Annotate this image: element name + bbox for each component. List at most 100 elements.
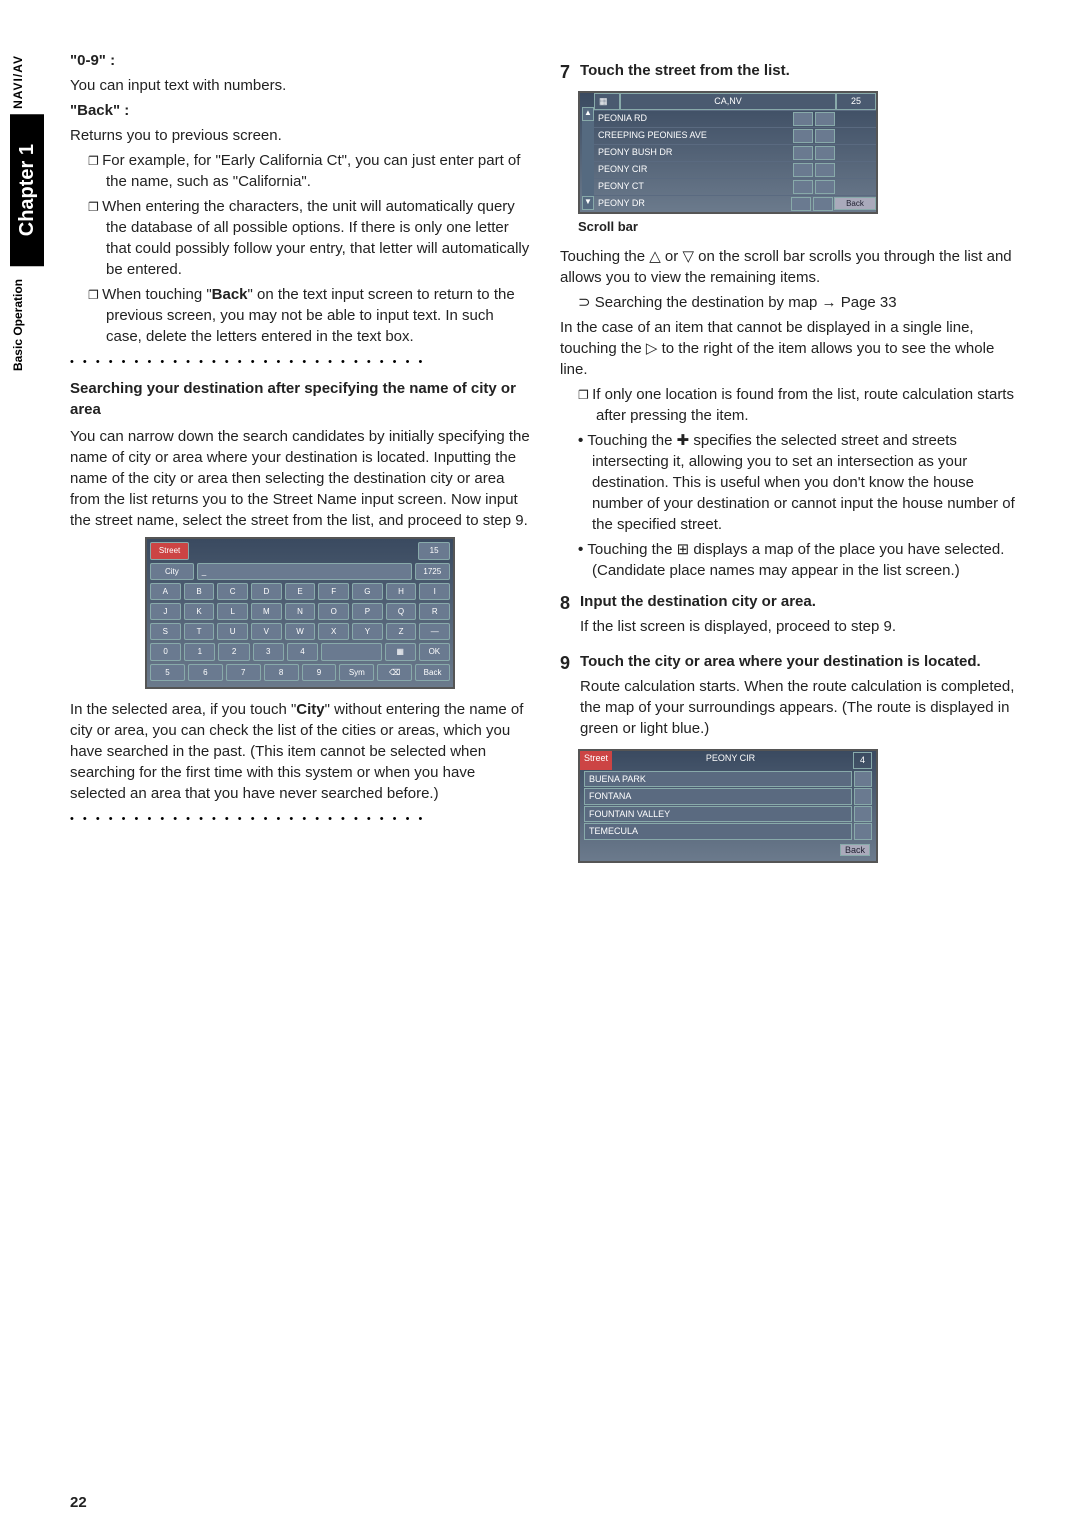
list-item[interactable]: PEONIA RD	[594, 110, 876, 127]
back-button[interactable]: Back	[834, 197, 876, 210]
map-icon[interactable]	[854, 788, 872, 805]
key[interactable]: I	[419, 583, 450, 600]
back-button[interactable]: Back	[840, 844, 870, 856]
map-icon[interactable]	[815, 180, 835, 194]
tab-street[interactable]: Street	[150, 542, 189, 559]
key[interactable]: K	[184, 603, 215, 620]
key[interactable]: Q	[386, 603, 417, 620]
scroll-bar[interactable]: ▲ ▼	[582, 107, 594, 210]
key[interactable]: 1	[184, 643, 215, 660]
list-item[interactable]: PEONY DRBack	[594, 195, 876, 212]
map-icon[interactable]	[854, 806, 872, 823]
scroll-track[interactable]	[582, 121, 594, 196]
scroll-down-icon[interactable]: ▼	[582, 196, 594, 210]
map-toggle-icon[interactable]: ▦	[594, 93, 620, 110]
map-icon[interactable]	[815, 163, 835, 177]
key[interactable]: X	[318, 623, 349, 640]
text-back: Returns you to previous screen.	[70, 125, 530, 146]
intersection-icon[interactable]	[793, 129, 813, 143]
key[interactable]: 9	[302, 664, 337, 681]
map-icon[interactable]	[815, 146, 835, 160]
key[interactable]: S	[150, 623, 181, 640]
figure-keyboard: Street 15 City _ 17 2 5 ABCDEFGHI JKLMNOPQ…	[145, 537, 455, 688]
city-count: 4	[853, 752, 872, 769]
key[interactable]: R	[419, 603, 450, 620]
key-backspace[interactable]: ⌫	[377, 664, 412, 681]
key[interactable]: 3	[253, 643, 284, 660]
list-item[interactable]: PEONY CT	[594, 178, 876, 195]
input-field[interactable]: _	[197, 563, 412, 580]
list-item[interactable]: PEONY BUSH DR	[594, 144, 876, 161]
step-9-title: Touch the city or area where your destin…	[580, 651, 1020, 672]
intersection-icon[interactable]	[793, 180, 813, 194]
step-7-num: 7	[560, 60, 570, 85]
intersection-icon[interactable]	[793, 146, 813, 160]
key[interactable]: B	[184, 583, 215, 600]
list-item[interactable]: CREEPING PEONIES AVE	[594, 127, 876, 144]
key[interactable]: J	[150, 603, 181, 620]
key[interactable]: 0	[150, 643, 181, 660]
key[interactable]: L	[217, 603, 248, 620]
key[interactable]: N	[285, 603, 316, 620]
right-column: 7 Touch the street from the list. ▲ ▼ ▦ …	[560, 50, 1020, 867]
key[interactable]: A	[150, 583, 181, 600]
text-expand-line: In the case of an item that cannot be di…	[560, 317, 1020, 380]
key-space[interactable]	[321, 643, 381, 660]
key[interactable]: 6	[188, 664, 223, 681]
key[interactable]: 5	[150, 664, 185, 681]
bullet-intersection: Touching the ✚ specifies the selected st…	[578, 430, 1020, 535]
list-item[interactable]: FOUNTAIN VALLEY	[584, 806, 872, 823]
divider-dots: • • • • • • • • • • • • • • • • • • • • …	[70, 355, 530, 370]
key[interactable]: E	[285, 583, 316, 600]
scroll-up-icon[interactable]: ▲	[582, 107, 594, 121]
key[interactable]: W	[285, 623, 316, 640]
intersection-icon[interactable]	[793, 112, 813, 126]
key[interactable]: 2	[218, 643, 249, 660]
list-item[interactable]: PEONY CIR	[594, 161, 876, 178]
figure-street-list: ▲ ▼ ▦ CA,NV 25 PEONIA RD CREEPING PEONIE…	[578, 91, 878, 214]
step-9-num: 9	[560, 651, 570, 743]
intersection-icon[interactable]	[793, 163, 813, 177]
map-icon[interactable]	[815, 112, 835, 126]
key[interactable]: Z	[386, 623, 417, 640]
key[interactable]: G	[352, 583, 383, 600]
bullet-example: For example, for "Early California Ct", …	[88, 150, 530, 192]
key[interactable]: Y	[352, 623, 383, 640]
key[interactable]: P	[352, 603, 383, 620]
key[interactable]: O	[318, 603, 349, 620]
key[interactable]: —	[419, 623, 450, 640]
sidebar-naviav: NAVI/AV	[10, 50, 27, 114]
map-icon[interactable]	[815, 129, 835, 143]
key[interactable]: U	[217, 623, 248, 640]
list-item[interactable]: BUENA PARK	[584, 771, 872, 788]
key-back[interactable]: Back	[415, 664, 450, 681]
step-8-title: Input the destination city or area.	[580, 591, 1020, 612]
map-icon[interactable]	[854, 823, 872, 840]
text-searching-city: You can narrow down the search candidate…	[70, 426, 530, 531]
key-ok[interactable]: OK	[419, 643, 450, 660]
key[interactable]: 7	[226, 664, 261, 681]
bullet-single-result: If only one location is found from the l…	[578, 384, 1020, 426]
key-sym[interactable]: Sym	[339, 664, 374, 681]
map-icon[interactable]	[854, 771, 872, 788]
key[interactable]: M	[251, 603, 282, 620]
count-1: 15	[418, 542, 450, 559]
key[interactable]: 4	[287, 643, 318, 660]
map-icon[interactable]	[813, 197, 833, 211]
heading-searching-city: Searching your destination after specify…	[70, 378, 530, 420]
tab-street-2[interactable]: Street	[580, 751, 612, 770]
key[interactable]: D	[251, 583, 282, 600]
scrollbar-label: Scroll bar	[578, 218, 1020, 236]
key[interactable]: 8	[264, 664, 299, 681]
tab-city[interactable]: City	[150, 563, 194, 580]
step-8: 8 Input the destination city or area. If…	[560, 591, 1020, 641]
key[interactable]: H	[386, 583, 417, 600]
key[interactable]: V	[251, 623, 282, 640]
key-map-icon[interactable]: ▦	[385, 643, 416, 660]
intersection-icon[interactable]	[791, 197, 811, 211]
key[interactable]: F	[318, 583, 349, 600]
key[interactable]: C	[217, 583, 248, 600]
list-item[interactable]: TEMECULA	[584, 823, 872, 840]
list-item[interactable]: FONTANA	[584, 788, 872, 805]
key[interactable]: T	[184, 623, 215, 640]
